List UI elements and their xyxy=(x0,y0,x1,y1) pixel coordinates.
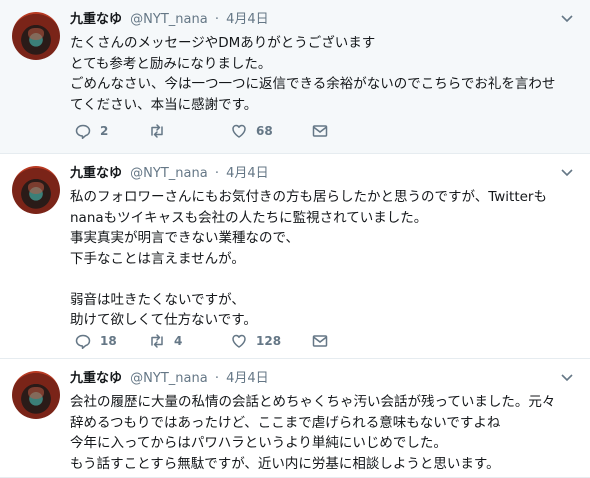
envelope-icon xyxy=(312,335,328,347)
tweet-text-line: もう話すことすら無駄ですが、近い内に労基に相談しようと思います。 xyxy=(70,455,500,472)
tweet-text: 私のフォロワーさんにもお気付きの方も居らしたかと思うのですが、Twitterも … xyxy=(70,187,582,331)
tweet-text-line: nanaもツイキャスも会社の人たちに監視されていました。 xyxy=(70,209,428,226)
avatar[interactable] xyxy=(12,12,60,60)
chevron-down-icon[interactable] xyxy=(560,168,574,178)
reply-count: 18 xyxy=(100,334,117,348)
separator-dot: · xyxy=(214,166,219,181)
separator-dot: · xyxy=(214,12,219,27)
reply-icon xyxy=(75,124,91,140)
tweet-text-line: 今年に入ってからはパワハラというより単純にいじめでした。 xyxy=(70,435,447,451)
like-button[interactable]: 128 xyxy=(230,331,281,351)
tweet-text-line: 会社の履歴に大量の私情の会話とめちゃくちゃ汚い会話が残っていました。元々 xyxy=(70,394,556,410)
like-count: 68 xyxy=(256,124,273,138)
display-name[interactable]: 九重なゆ xyxy=(70,12,122,27)
retweet-button[interactable] xyxy=(148,121,184,141)
chevron-down-icon[interactable] xyxy=(560,373,574,383)
retweet-icon xyxy=(151,124,163,138)
like-button[interactable]: 68 xyxy=(230,121,273,141)
reply-icon xyxy=(75,334,91,350)
tweet[interactable]: 九重なゆ @NYT_nana · 4月4日 私のフォロワーさんにもお気付きの方も… xyxy=(0,154,590,359)
tweet-text-line: 助けて欲しくて仕方ないです。 xyxy=(70,312,257,328)
display-name[interactable]: 九重なゆ xyxy=(70,371,122,386)
reply-button[interactable]: 2 xyxy=(74,121,110,141)
avatar[interactable] xyxy=(12,166,60,214)
avatar[interactable] xyxy=(12,371,60,419)
reply-count: 2 xyxy=(100,124,109,138)
tweet-text-line: 事実真実が明言できない業種なので、 xyxy=(70,230,299,246)
heart-icon xyxy=(232,124,246,138)
tweet-text-line: とても参考と励みになりました。 xyxy=(70,55,272,72)
tweet-timestamp[interactable]: 4月4日 xyxy=(226,12,269,27)
tweet-timestamp[interactable]: 4月4日 xyxy=(226,166,269,181)
heart-icon xyxy=(232,334,246,348)
direct-message-button[interactable] xyxy=(311,121,329,141)
reply-button[interactable]: 18 xyxy=(74,331,117,351)
retweet-button[interactable]: 4 xyxy=(148,331,184,351)
tweet-text: 会社の履歴に大量の私情の会話とめちゃくちゃ汚い会話が残っていました。元々 辞める… xyxy=(70,392,582,474)
tweet-text-line: たくさんのメッセージやDMありがとうございます xyxy=(70,35,376,51)
retweet-icon xyxy=(151,334,163,348)
direct-message-button[interactable] xyxy=(311,331,329,351)
tweet-text-line: てください、本当に感謝です。 xyxy=(70,96,258,113)
envelope-icon xyxy=(312,125,328,137)
tweet-header: 九重なゆ @NYT_nana · 4月4日 xyxy=(70,370,269,388)
tweet-text-line: 私のフォロワーさんにもお気付きの方も居らしたかと思うのですが、Twitterも xyxy=(70,189,547,205)
tweet-header: 九重なゆ @NYT_nana · 4月4日 xyxy=(70,165,269,183)
retweet-count: 4 xyxy=(174,334,183,348)
user-handle[interactable]: @NYT_nana xyxy=(130,12,208,27)
tweet-text-line: 弱音は吐きたくないですが、 xyxy=(70,291,245,308)
tweet-text-line xyxy=(70,269,582,290)
tweet[interactable]: 九重なゆ @NYT_nana · 4月4日 たくさんのメッセージやDMありがとう… xyxy=(0,0,590,154)
tweet-header: 九重なゆ @NYT_nana · 4月4日 xyxy=(70,11,269,29)
tweet-text-line: 辞めるつもりではあったけど、ここまで虐げられる意味もないですよね xyxy=(70,414,501,431)
user-handle[interactable]: @NYT_nana xyxy=(130,166,208,181)
like-count: 128 xyxy=(256,334,282,348)
chevron-down-icon[interactable] xyxy=(560,14,574,24)
tweet-text-line: ごめんなさい、今は一つ一つに返信できる余裕がないのでこちらでお礼を言わせ xyxy=(70,76,556,92)
separator-dot: · xyxy=(214,371,219,386)
user-handle[interactable]: @NYT_nana xyxy=(130,371,208,386)
tweet-text-line: 下手なことは言えませんが。 xyxy=(70,250,245,267)
display-name[interactable]: 九重なゆ xyxy=(70,166,122,181)
tweet[interactable]: 九重なゆ @NYT_nana · 4月4日 会社の履歴に大量の私情の会話とめちゃ… xyxy=(0,359,590,478)
tweet-timestamp[interactable]: 4月4日 xyxy=(226,371,269,386)
tweet-text: たくさんのメッセージやDMありがとうございます とても参考と励みになりました。 … xyxy=(70,33,582,115)
tweet-timeline: 九重なゆ @NYT_nana · 4月4日 たくさんのメッセージやDMありがとう… xyxy=(0,0,590,478)
